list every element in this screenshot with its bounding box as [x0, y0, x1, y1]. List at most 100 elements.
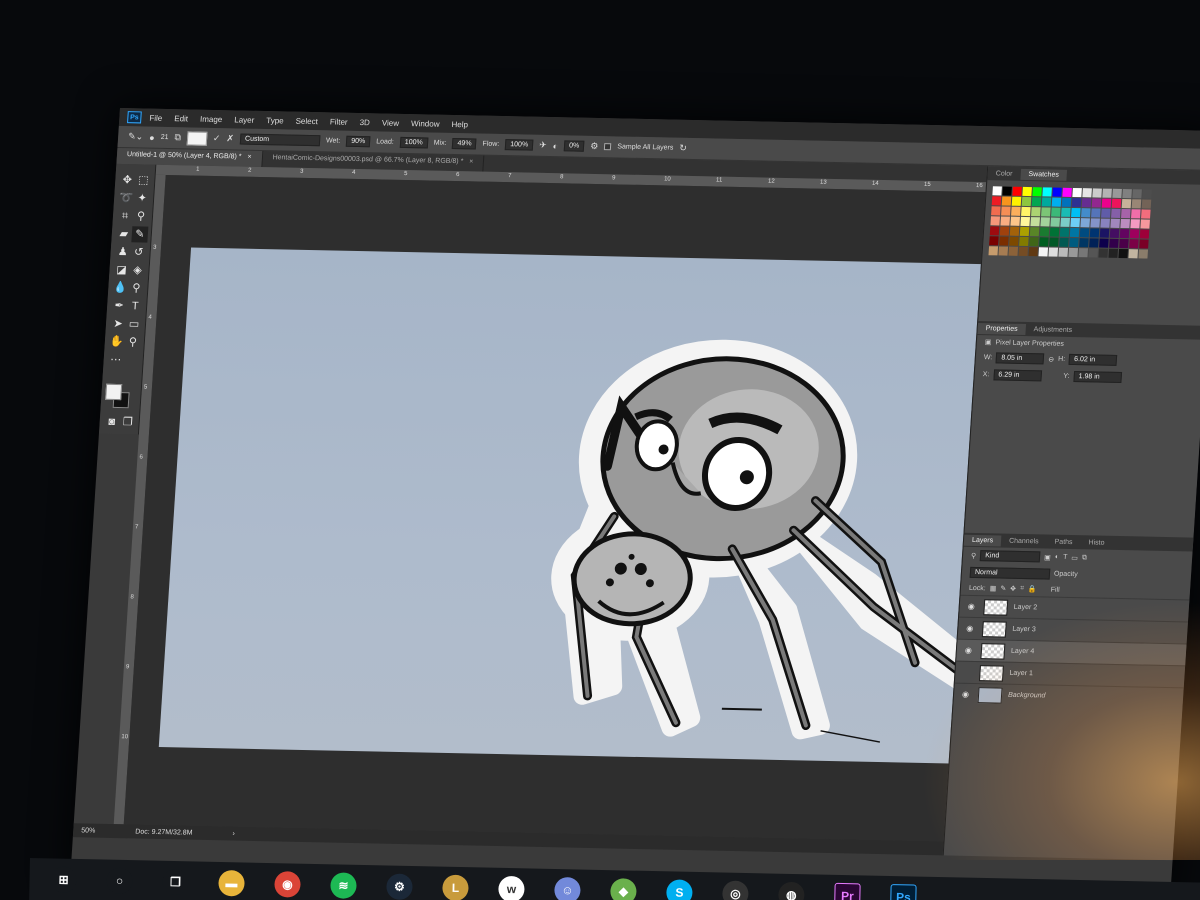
close-icon[interactable]: ×	[247, 154, 252, 161]
swatch[interactable]	[991, 196, 1002, 206]
angle-field[interactable]: 0%	[563, 140, 585, 152]
spotify-taskbar-button[interactable]: ≋	[315, 864, 372, 900]
swatch[interactable]	[1061, 207, 1071, 217]
swatch[interactable]	[1062, 187, 1072, 197]
chrome-taskbar-button[interactable]: ◉	[259, 863, 316, 900]
swatch[interactable]	[1050, 217, 1060, 227]
swatch[interactable]	[1032, 187, 1042, 197]
sample-all-layers-checkbox[interactable]	[604, 143, 612, 151]
swatch[interactable]	[1022, 186, 1032, 197]
swatch[interactable]	[1041, 207, 1051, 217]
load-field[interactable]: 100%	[399, 136, 429, 149]
mix-field[interactable]: 49%	[452, 137, 477, 150]
swatch[interactable]	[1089, 228, 1100, 238]
swatch[interactable]	[1101, 208, 1111, 218]
tab-swatches[interactable]: Swatches	[1020, 168, 1068, 181]
swatch[interactable]	[992, 186, 1002, 196]
hand-tool-icon[interactable]: ✋	[108, 334, 125, 350]
swatch[interactable]	[1018, 246, 1029, 257]
swatch[interactable]	[1071, 207, 1081, 218]
layer-row[interactable]: ◉ Background	[953, 682, 1184, 710]
foreground-color-swatch[interactable]	[105, 383, 123, 401]
swatch[interactable]	[1030, 217, 1040, 227]
eye-icon[interactable]: ◉	[967, 602, 978, 611]
brush-panel-icon[interactable]: ⧉	[174, 132, 181, 143]
cortana-taskbar-button[interactable]: ○	[91, 859, 148, 900]
swatch[interactable]	[1079, 238, 1089, 248]
swatch[interactable]	[1111, 198, 1122, 208]
swatch[interactable]	[1099, 228, 1110, 238]
x-field[interactable]: 6.29 in	[993, 369, 1042, 382]
document-canvas[interactable]	[158, 247, 1071, 766]
swatch[interactable]	[1119, 238, 1129, 249]
swatch[interactable]	[1051, 197, 1062, 207]
swatch[interactable]	[1051, 207, 1061, 217]
blur-tool-icon[interactable]: 💧	[112, 280, 129, 296]
swatch[interactable]	[1141, 199, 1152, 209]
swatch[interactable]	[1010, 216, 1020, 226]
eye-icon[interactable]: ◉	[965, 646, 976, 655]
menu-3d[interactable]: 3D	[359, 118, 370, 127]
photoshop-taskbar-button[interactable]: Ps	[875, 876, 932, 900]
swatch[interactable]	[1072, 187, 1082, 198]
swatch[interactable]	[1041, 197, 1052, 207]
swatch[interactable]	[1021, 206, 1031, 217]
obs-taskbar-button[interactable]: ◍	[763, 873, 820, 900]
filter-adjustment-icon[interactable]: ◐	[1055, 554, 1060, 561]
swatch[interactable]	[1109, 238, 1119, 248]
swatch[interactable]	[1081, 198, 1092, 208]
swatch[interactable]	[1048, 247, 1059, 257]
league-taskbar-button[interactable]: L	[427, 866, 484, 900]
load-brush-icon[interactable]: ✓	[213, 133, 221, 144]
swatch[interactable]	[1052, 187, 1062, 197]
lasso-tool-icon[interactable]: ➰	[118, 190, 135, 206]
skype-taskbar-button[interactable]: S	[651, 871, 708, 900]
swatch[interactable]	[1061, 197, 1072, 207]
swatch[interactable]	[1001, 206, 1011, 216]
swatch[interactable]	[1079, 228, 1090, 238]
swatch[interactable]	[1092, 188, 1102, 198]
status-arrow-icon[interactable]: ›	[232, 830, 235, 837]
swatch[interactable]	[1090, 218, 1100, 228]
swatch[interactable]	[1028, 247, 1039, 257]
swatch[interactable]	[1009, 236, 1019, 246]
swatch[interactable]	[1011, 196, 1022, 206]
swatch[interactable]	[1121, 199, 1132, 209]
swatch[interactable]	[1099, 238, 1109, 248]
swatch[interactable]	[1029, 227, 1040, 237]
swatch[interactable]	[991, 206, 1001, 216]
swatch[interactable]	[1058, 247, 1069, 257]
link-icon[interactable]: ⊖	[1048, 355, 1054, 363]
lock-pixels-icon[interactable]: ✎	[1000, 585, 1006, 593]
flow-field[interactable]: 100%	[504, 139, 534, 151]
blend-mode-select[interactable]: Normal	[969, 566, 1051, 580]
swatch[interactable]	[1059, 237, 1069, 247]
swatch[interactable]	[989, 236, 999, 246]
swatch[interactable]	[1069, 227, 1080, 238]
swatch[interactable]	[1088, 248, 1099, 258]
swatch[interactable]	[1129, 239, 1139, 249]
swatch[interactable]	[1080, 218, 1090, 228]
swatch[interactable]	[1141, 209, 1151, 219]
tab-channels[interactable]: Channels	[1001, 535, 1047, 547]
swatch[interactable]	[1019, 226, 1030, 237]
edit-toolbar-icon[interactable]: ⋯	[107, 352, 124, 368]
airbrush-icon[interactable]: ✈	[539, 140, 547, 151]
swatch[interactable]	[1011, 206, 1021, 216]
menu-layer[interactable]: Layer	[234, 115, 255, 124]
mixer-brush-tool-icon[interactable]: ✎⌄	[128, 131, 144, 142]
swatch[interactable]	[1108, 248, 1119, 258]
swatch[interactable]	[1091, 208, 1101, 218]
rectangle-tool-icon[interactable]: ▭	[126, 316, 143, 332]
swatch[interactable]	[1139, 229, 1150, 239]
swatch[interactable]	[1008, 246, 1019, 256]
layer-kind-filter[interactable]: Kind	[979, 550, 1041, 563]
menu-help[interactable]: Help	[451, 119, 468, 128]
swatch[interactable]	[1039, 237, 1049, 247]
screen-mode-icon[interactable]: ❐	[119, 414, 136, 430]
swatch[interactable]	[1029, 237, 1039, 247]
tab-paths[interactable]: Paths	[1046, 536, 1081, 548]
lock-artboard-icon[interactable]: ⌗	[1020, 585, 1024, 593]
swatch[interactable]	[1049, 237, 1059, 247]
tab-histogram[interactable]: Histo	[1080, 537, 1113, 549]
